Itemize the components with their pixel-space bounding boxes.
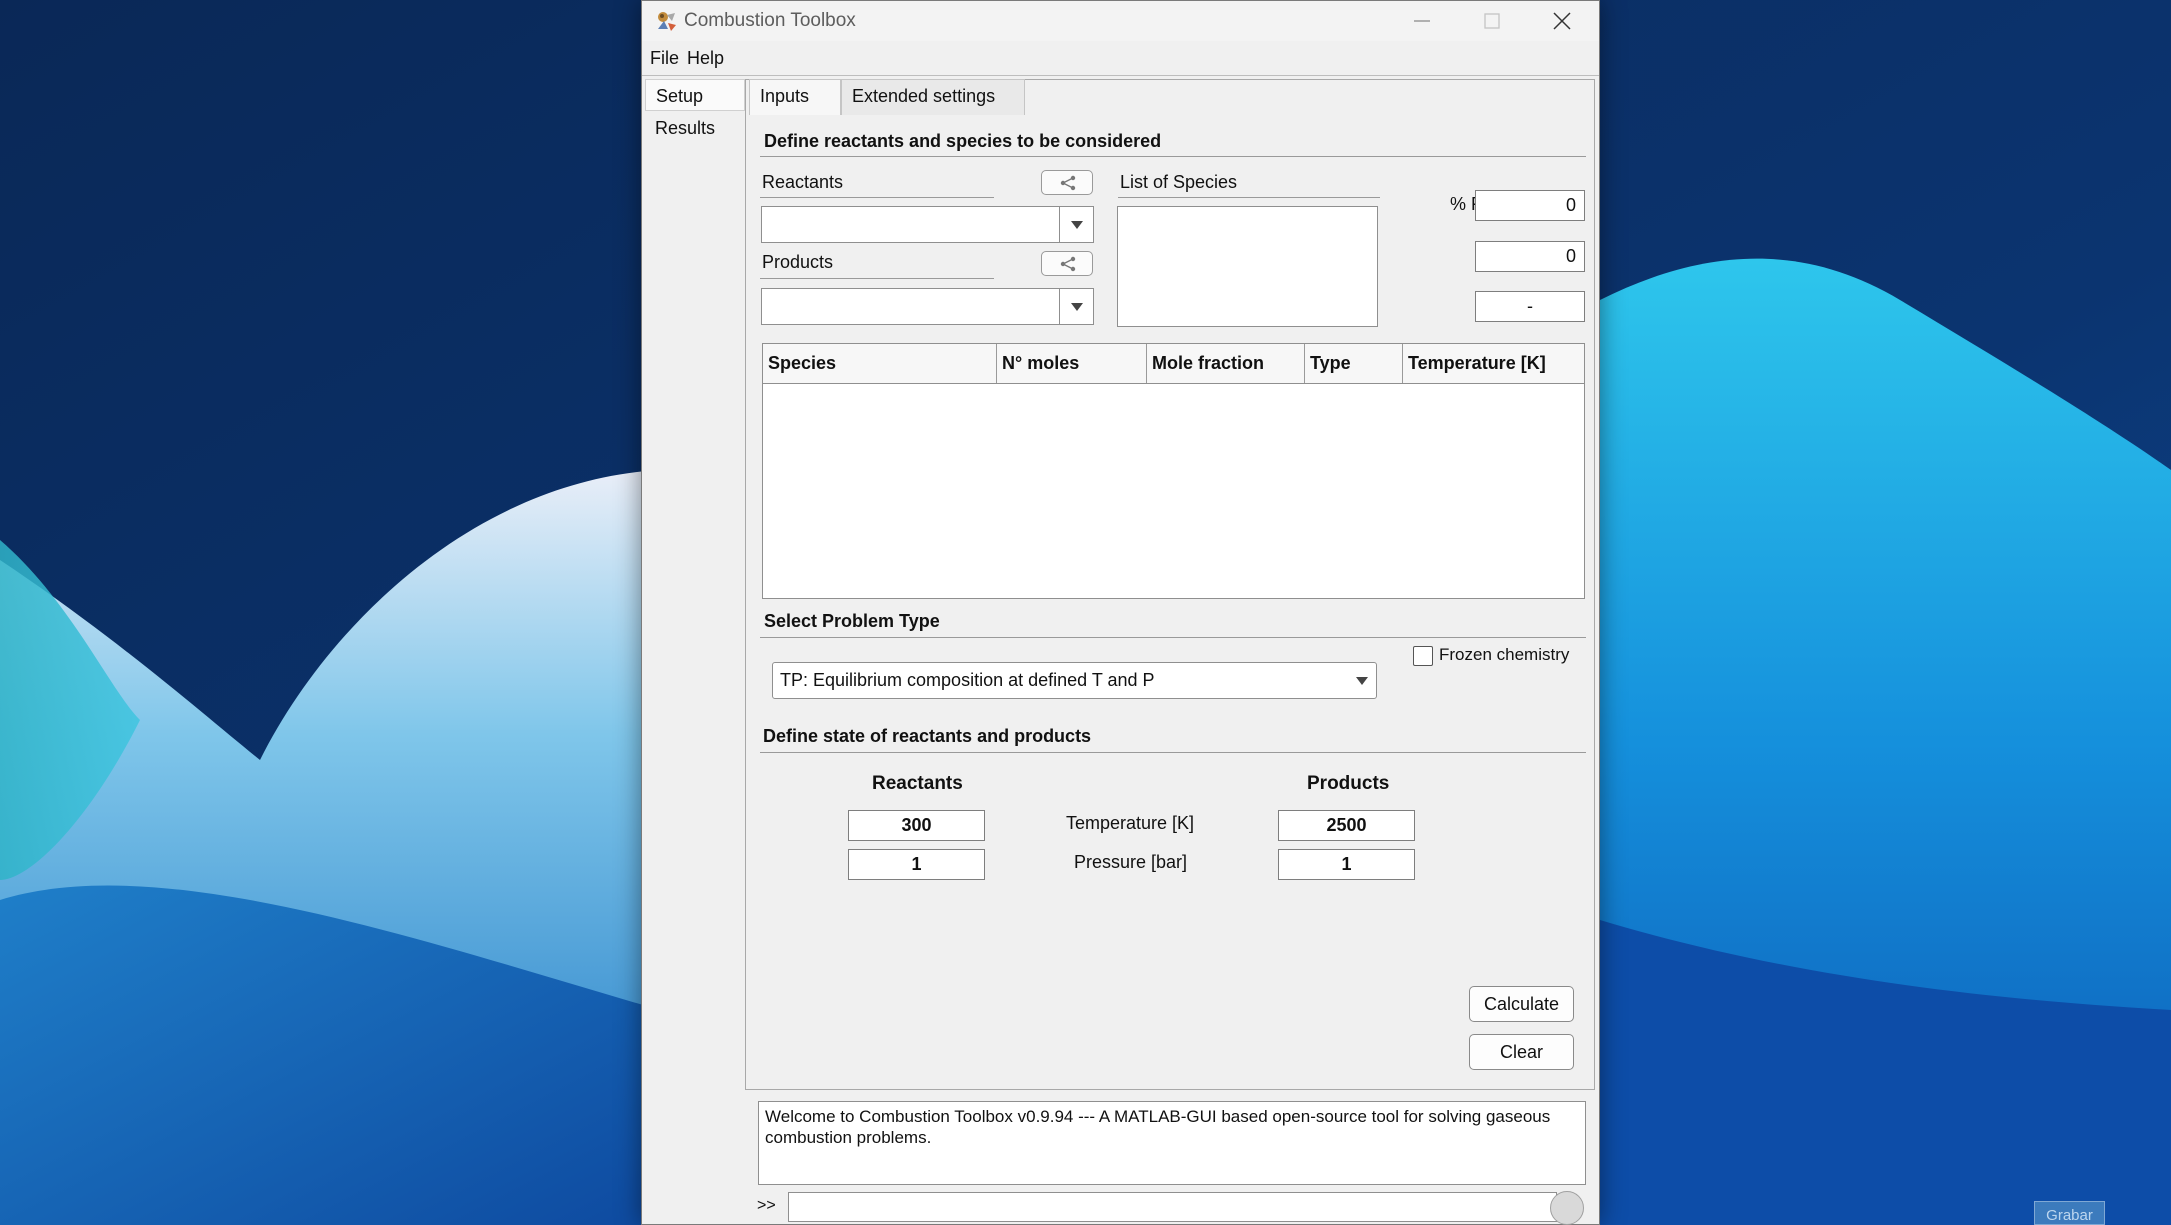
console-prompt: >> [757, 1197, 776, 1214]
close-icon [1553, 12, 1571, 30]
maximize-button[interactable] [1457, 1, 1527, 41]
fuel-input[interactable]: 0 [1475, 190, 1585, 221]
column-mole-fraction[interactable]: Mole fraction [1147, 344, 1305, 383]
tab-extended-settings[interactable]: Extended settings [841, 79, 1025, 115]
share-icon [1060, 175, 1076, 191]
reactants-pressure-input[interactable]: 1 [848, 849, 985, 880]
products-label: Products [762, 252, 834, 272]
reactants-dropdown-arrow[interactable] [1059, 207, 1093, 242]
list-of-species-label: List of Species [1120, 172, 1238, 192]
chevron-down-icon [1071, 221, 1083, 229]
menu-help[interactable]: Help [687, 48, 724, 69]
products-share-button[interactable] [1041, 251, 1093, 276]
pressure-label: Pressure [bar] [1074, 852, 1188, 872]
calculate-button[interactable]: Calculate [1469, 986, 1574, 1022]
clear-button[interactable]: Clear [1469, 1034, 1574, 1070]
of-input[interactable]: 0 [1475, 241, 1585, 272]
minimize-button[interactable] [1387, 1, 1457, 41]
species-list[interactable] [1117, 206, 1378, 327]
app-window: Combustion Toolbox File Help Setup Resul… [641, 0, 1600, 1225]
column-temperature[interactable]: Temperature [K] [1403, 344, 1584, 383]
column-species[interactable]: Species [763, 344, 997, 383]
title-bar[interactable]: Combustion Toolbox [642, 1, 1599, 41]
column-type[interactable]: Type [1305, 344, 1403, 383]
products-divider [760, 278, 994, 279]
products-dropdown-arrow[interactable] [1059, 289, 1093, 324]
reactants-temperature-input[interactable]: 300 [848, 810, 985, 841]
app-icon [658, 12, 676, 31]
products-dropdown[interactable] [761, 288, 1094, 325]
temperature-label: Temperature [K] [1066, 813, 1195, 833]
section-divider [760, 156, 1586, 157]
problem-type-value: TP: Equilibrium composition at defined T… [780, 670, 1155, 690]
phi-input[interactable]: - [1475, 291, 1585, 322]
side-tab-setup[interactable]: Setup [645, 79, 745, 111]
table-header: Species N° moles Mole fraction Type Temp… [763, 344, 1584, 384]
minimize-icon [1414, 20, 1430, 22]
list-divider [1118, 197, 1380, 198]
command-input[interactable] [788, 1192, 1557, 1222]
state-section-title: Define state of reactants and products [763, 726, 1092, 746]
products-temperature-input[interactable]: 2500 [1278, 810, 1415, 841]
section-divider [760, 752, 1586, 753]
section-divider [760, 637, 1586, 638]
tab-inputs[interactable]: Inputs [749, 79, 841, 115]
state-products-heading: Products [1307, 773, 1390, 794]
side-tab-results[interactable]: Results [645, 112, 745, 144]
column-moles[interactable]: N° moles [997, 344, 1147, 383]
menu-divider [642, 75, 1599, 76]
run-command-button[interactable] [1550, 1191, 1584, 1225]
share-icon [1060, 256, 1076, 272]
close-button[interactable] [1527, 1, 1597, 41]
chevron-down-icon [1071, 303, 1083, 311]
species-section-title: Define reactants and species to be consi… [764, 131, 1162, 151]
frozen-chemistry-label: Frozen chemistry [1439, 645, 1570, 664]
reactants-dropdown[interactable] [761, 206, 1094, 243]
problem-type-select[interactable]: TP: Equilibrium composition at defined T… [772, 662, 1377, 699]
frozen-chemistry-checkbox[interactable] [1413, 646, 1433, 666]
chevron-down-icon [1356, 677, 1368, 685]
reactants-share-button[interactable] [1041, 170, 1093, 195]
menu-file[interactable]: File [650, 48, 679, 69]
maximize-icon [1484, 13, 1500, 29]
window-title: Combustion Toolbox [684, 10, 856, 31]
console-output[interactable]: Welcome to Combustion Toolbox v0.9.94 --… [758, 1101, 1586, 1185]
grabar-button[interactable]: Grabar [2034, 1201, 2105, 1225]
reactants-label: Reactants [762, 172, 844, 192]
state-reactants-heading: Reactants [872, 773, 963, 794]
menu-bar: File Help [642, 43, 1599, 73]
products-pressure-input[interactable]: 1 [1278, 849, 1415, 880]
species-table[interactable]: Species N° moles Mole fraction Type Temp… [762, 343, 1585, 599]
problem-section-title: Select Problem Type [764, 611, 940, 631]
reactants-divider [760, 197, 994, 198]
